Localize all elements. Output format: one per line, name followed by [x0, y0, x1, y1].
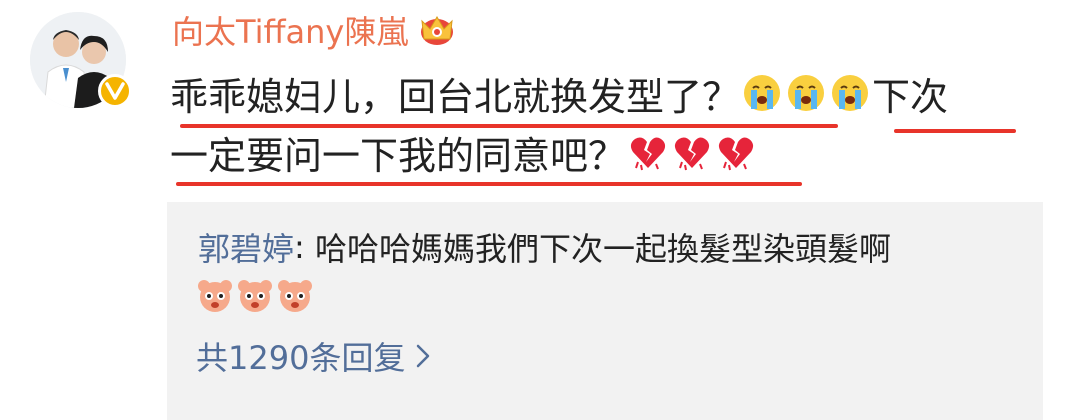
reply-separator: : — [294, 228, 315, 266]
chevron-right-icon — [417, 344, 430, 368]
crying-emoji — [832, 75, 869, 111]
red-underline-mark — [894, 129, 1016, 133]
post-text-1-tail: 下次 — [872, 74, 949, 119]
broken-heart-icon — [718, 137, 754, 171]
reply-emoji-row — [196, 276, 314, 314]
cute-face-emoji — [238, 280, 272, 312]
username[interactable]: 向太Tiffany陳嵐 — [172, 7, 408, 53]
red-underline-mark — [176, 182, 802, 186]
username-row: 向太Tiffany陳嵐 — [172, 6, 456, 54]
reply-line: 郭碧婷 : 哈哈哈媽媽我們下次一起換髮型染頭髮啊 — [198, 222, 891, 272]
post-text-line-1: 乖乖媳妇儿，回台北就换发型了？ 下次 — [170, 66, 948, 120]
crown-icon — [421, 16, 454, 45]
broken-heart-icon — [630, 137, 666, 171]
cute-face-emoji — [278, 280, 312, 312]
post-text-2: 一定要问一下我的同意吧？ — [170, 133, 627, 178]
cute-face-emoji — [198, 280, 232, 312]
verified-badge-icon — [98, 74, 132, 108]
crying-emoji — [788, 75, 825, 111]
reply-text: 哈哈哈媽媽我們下次一起換髮型染頭髮啊 — [314, 230, 891, 268]
total-replies-label: 共1290条回复 — [196, 339, 406, 377]
crying-emoji — [744, 75, 781, 111]
post-text-1: 乖乖媳妇儿，回台北就换发型了？ — [170, 74, 741, 119]
broken-heart-icon — [674, 137, 710, 171]
view-all-replies-link[interactable]: 共1290条回复 — [196, 332, 431, 380]
post-text-line-2: 一定要问一下我的同意吧？ — [170, 125, 758, 179]
reply-username[interactable]: 郭碧婷 — [198, 224, 294, 270]
